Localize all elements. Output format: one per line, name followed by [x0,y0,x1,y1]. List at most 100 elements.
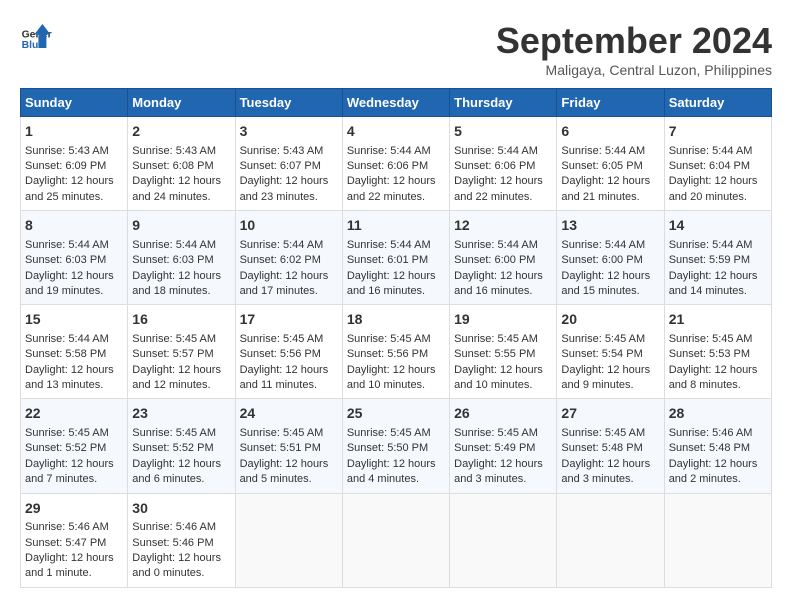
calendar-week-3: 15Sunrise: 5:44 AM Sunset: 5:58 PM Dayli… [21,305,772,399]
col-monday: Monday [128,89,235,117]
day-number: 1 [25,122,123,142]
calendar-cell: 2Sunrise: 5:43 AM Sunset: 6:08 PM Daylig… [128,117,235,211]
calendar-cell [557,493,664,587]
col-saturday: Saturday [664,89,771,117]
day-number: 26 [454,404,552,424]
calendar-week-2: 8Sunrise: 5:44 AM Sunset: 6:03 PM Daylig… [21,211,772,305]
day-number: 17 [240,310,338,330]
calendar-cell: 5Sunrise: 5:44 AM Sunset: 6:06 PM Daylig… [450,117,557,211]
calendar-cell: 25Sunrise: 5:45 AM Sunset: 5:50 PM Dayli… [342,399,449,493]
calendar-cell: 11Sunrise: 5:44 AM Sunset: 6:01 PM Dayli… [342,211,449,305]
day-info: Sunrise: 5:43 AM Sunset: 6:09 PM Dayligh… [25,144,123,206]
calendar-cell: 18Sunrise: 5:45 AM Sunset: 5:56 PM Dayli… [342,305,449,399]
col-tuesday: Tuesday [235,89,342,117]
day-info: Sunrise: 5:44 AM Sunset: 6:03 PM Dayligh… [132,238,230,300]
day-number: 10 [240,216,338,236]
day-number: 2 [132,122,230,142]
day-info: Sunrise: 5:45 AM Sunset: 5:53 PM Dayligh… [669,332,767,394]
day-info: Sunrise: 5:44 AM Sunset: 5:59 PM Dayligh… [669,238,767,300]
day-info: Sunrise: 5:44 AM Sunset: 6:01 PM Dayligh… [347,238,445,300]
day-info: Sunrise: 5:45 AM Sunset: 5:51 PM Dayligh… [240,426,338,488]
calendar-cell: 4Sunrise: 5:44 AM Sunset: 6:06 PM Daylig… [342,117,449,211]
day-info: Sunrise: 5:44 AM Sunset: 6:03 PM Dayligh… [25,238,123,300]
calendar-cell: 22Sunrise: 5:45 AM Sunset: 5:52 PM Dayli… [21,399,128,493]
location-subtitle: Maligaya, Central Luzon, Philippines [496,62,772,78]
page-header: General Blue September 2024 Maligaya, Ce… [20,20,772,78]
calendar-cell: 12Sunrise: 5:44 AM Sunset: 6:00 PM Dayli… [450,211,557,305]
day-info: Sunrise: 5:45 AM Sunset: 5:50 PM Dayligh… [347,426,445,488]
day-number: 18 [347,310,445,330]
day-info: Sunrise: 5:46 AM Sunset: 5:47 PM Dayligh… [25,520,123,582]
day-number: 9 [132,216,230,236]
calendar-cell: 20Sunrise: 5:45 AM Sunset: 5:54 PM Dayli… [557,305,664,399]
day-info: Sunrise: 5:44 AM Sunset: 6:06 PM Dayligh… [347,144,445,206]
day-info: Sunrise: 5:44 AM Sunset: 6:05 PM Dayligh… [561,144,659,206]
calendar-cell: 17Sunrise: 5:45 AM Sunset: 5:56 PM Dayli… [235,305,342,399]
day-number: 30 [132,499,230,519]
day-info: Sunrise: 5:43 AM Sunset: 6:08 PM Dayligh… [132,144,230,206]
calendar-cell: 8Sunrise: 5:44 AM Sunset: 6:03 PM Daylig… [21,211,128,305]
month-title: September 2024 [496,20,772,62]
day-info: Sunrise: 5:44 AM Sunset: 6:00 PM Dayligh… [561,238,659,300]
day-info: Sunrise: 5:44 AM Sunset: 6:00 PM Dayligh… [454,238,552,300]
day-number: 20 [561,310,659,330]
day-number: 11 [347,216,445,236]
day-info: Sunrise: 5:46 AM Sunset: 5:48 PM Dayligh… [669,426,767,488]
calendar-cell [342,493,449,587]
title-block: September 2024 Maligaya, Central Luzon, … [496,20,772,78]
calendar-week-5: 29Sunrise: 5:46 AM Sunset: 5:47 PM Dayli… [21,493,772,587]
day-number: 14 [669,216,767,236]
day-number: 12 [454,216,552,236]
day-info: Sunrise: 5:45 AM Sunset: 5:48 PM Dayligh… [561,426,659,488]
day-info: Sunrise: 5:45 AM Sunset: 5:57 PM Dayligh… [132,332,230,394]
calendar-cell [235,493,342,587]
day-number: 4 [347,122,445,142]
calendar-cell: 28Sunrise: 5:46 AM Sunset: 5:48 PM Dayli… [664,399,771,493]
day-number: 3 [240,122,338,142]
calendar-cell: 14Sunrise: 5:44 AM Sunset: 5:59 PM Dayli… [664,211,771,305]
calendar-cell: 16Sunrise: 5:45 AM Sunset: 5:57 PM Dayli… [128,305,235,399]
day-number: 25 [347,404,445,424]
day-number: 21 [669,310,767,330]
day-info: Sunrise: 5:44 AM Sunset: 6:02 PM Dayligh… [240,238,338,300]
calendar-cell: 7Sunrise: 5:44 AM Sunset: 6:04 PM Daylig… [664,117,771,211]
col-thursday: Thursday [450,89,557,117]
day-number: 28 [669,404,767,424]
day-info: Sunrise: 5:45 AM Sunset: 5:56 PM Dayligh… [347,332,445,394]
day-number: 19 [454,310,552,330]
day-info: Sunrise: 5:44 AM Sunset: 6:06 PM Dayligh… [454,144,552,206]
day-number: 15 [25,310,123,330]
col-wednesday: Wednesday [342,89,449,117]
day-number: 24 [240,404,338,424]
calendar-cell: 27Sunrise: 5:45 AM Sunset: 5:48 PM Dayli… [557,399,664,493]
day-number: 6 [561,122,659,142]
calendar-cell: 1Sunrise: 5:43 AM Sunset: 6:09 PM Daylig… [21,117,128,211]
day-info: Sunrise: 5:45 AM Sunset: 5:52 PM Dayligh… [25,426,123,488]
day-number: 7 [669,122,767,142]
day-info: Sunrise: 5:45 AM Sunset: 5:54 PM Dayligh… [561,332,659,394]
calendar-cell: 9Sunrise: 5:44 AM Sunset: 6:03 PM Daylig… [128,211,235,305]
calendar-cell: 29Sunrise: 5:46 AM Sunset: 5:47 PM Dayli… [21,493,128,587]
day-info: Sunrise: 5:45 AM Sunset: 5:52 PM Dayligh… [132,426,230,488]
day-info: Sunrise: 5:45 AM Sunset: 5:56 PM Dayligh… [240,332,338,394]
calendar-cell: 26Sunrise: 5:45 AM Sunset: 5:49 PM Dayli… [450,399,557,493]
day-number: 13 [561,216,659,236]
day-number: 27 [561,404,659,424]
day-number: 16 [132,310,230,330]
calendar-table: Sunday Monday Tuesday Wednesday Thursday… [20,88,772,588]
calendar-cell: 6Sunrise: 5:44 AM Sunset: 6:05 PM Daylig… [557,117,664,211]
day-number: 29 [25,499,123,519]
calendar-cell: 15Sunrise: 5:44 AM Sunset: 5:58 PM Dayli… [21,305,128,399]
calendar-cell: 19Sunrise: 5:45 AM Sunset: 5:55 PM Dayli… [450,305,557,399]
day-number: 22 [25,404,123,424]
day-info: Sunrise: 5:45 AM Sunset: 5:49 PM Dayligh… [454,426,552,488]
calendar-cell: 30Sunrise: 5:46 AM Sunset: 5:46 PM Dayli… [128,493,235,587]
day-number: 5 [454,122,552,142]
col-friday: Friday [557,89,664,117]
logo-icon: General Blue [20,20,52,52]
calendar-cell: 10Sunrise: 5:44 AM Sunset: 6:02 PM Dayli… [235,211,342,305]
day-info: Sunrise: 5:45 AM Sunset: 5:55 PM Dayligh… [454,332,552,394]
calendar-cell [450,493,557,587]
calendar-week-4: 22Sunrise: 5:45 AM Sunset: 5:52 PM Dayli… [21,399,772,493]
day-info: Sunrise: 5:44 AM Sunset: 6:04 PM Dayligh… [669,144,767,206]
